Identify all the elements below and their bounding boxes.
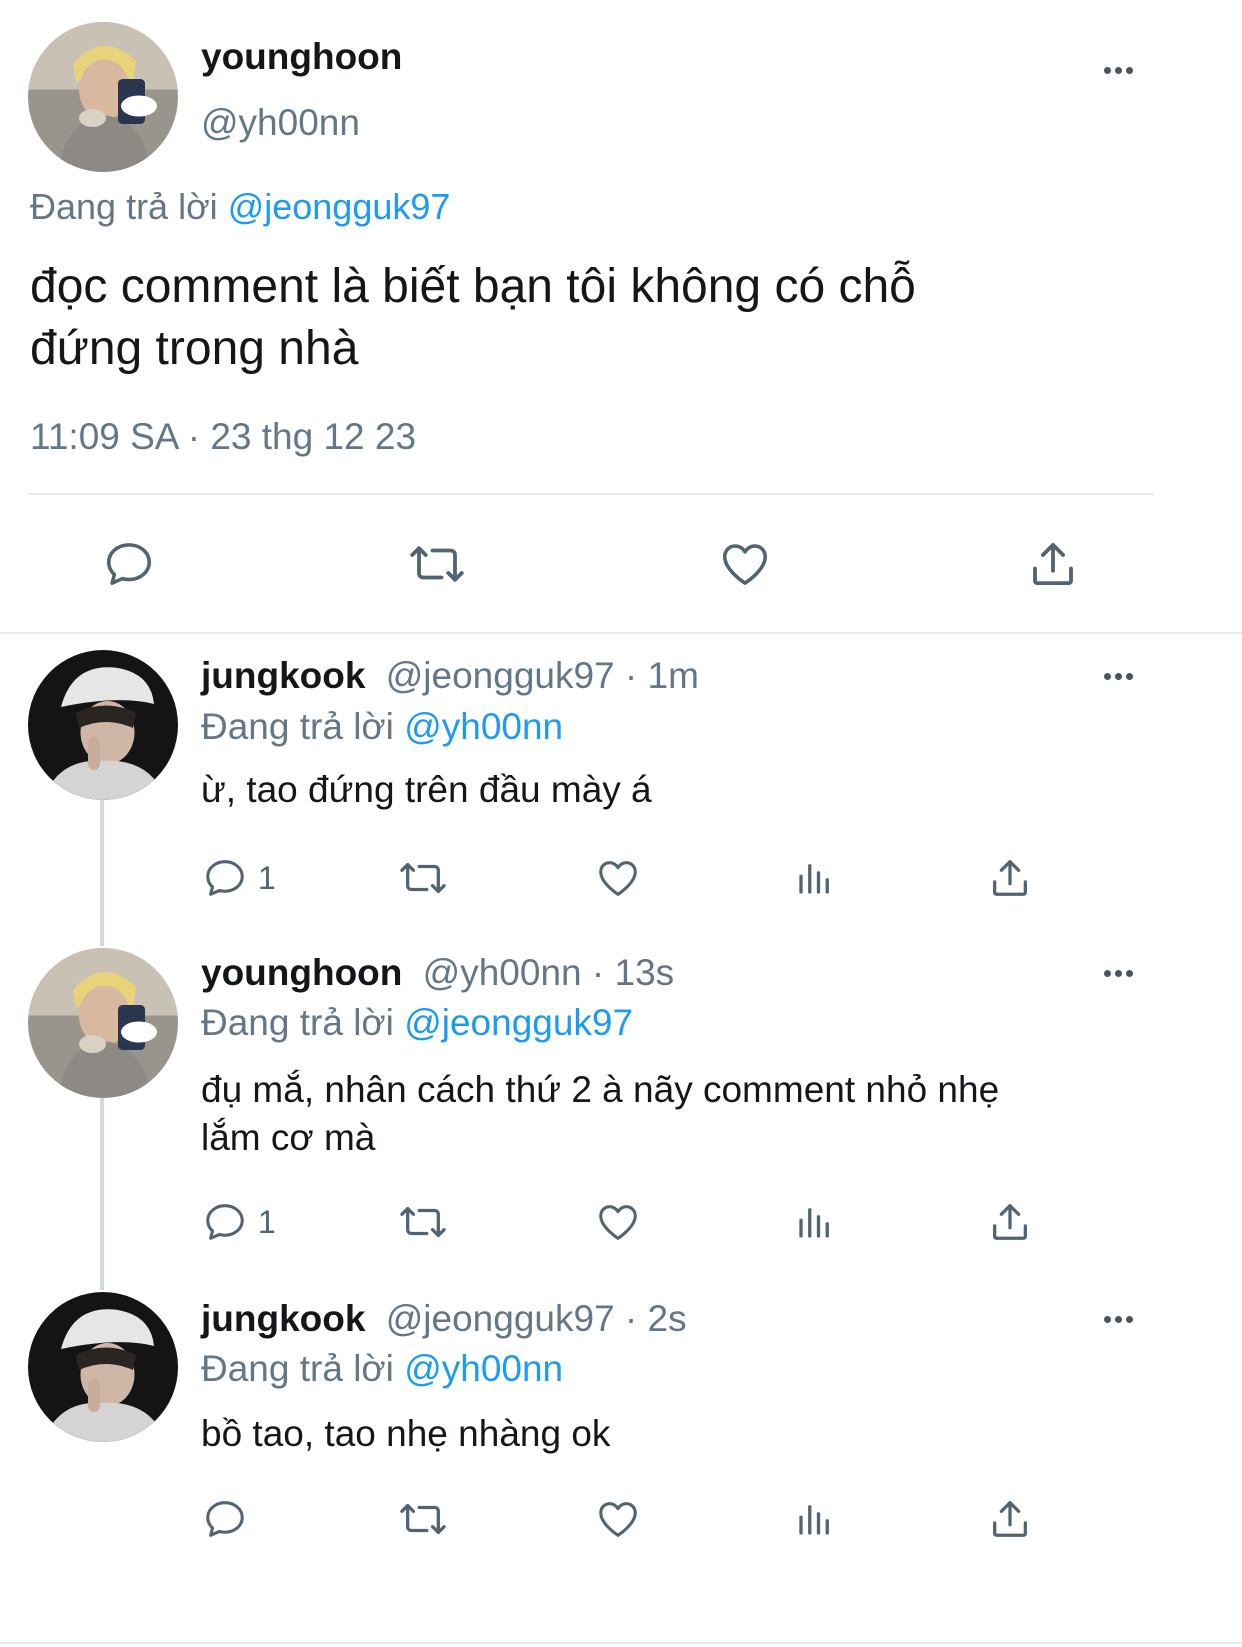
reply-text-line-2: lắm cơ mà [201, 1117, 376, 1158]
avatar-jungkook[interactable] [28, 650, 178, 800]
reply-header: jungkook @jeongguk97 · 1m [201, 655, 699, 697]
reply-text: bồ tao, tao nhẹ nhàng ok [201, 1413, 611, 1454]
avatar-image [28, 1292, 178, 1442]
thread-line [100, 1098, 104, 1290]
views-icon[interactable] [793, 1498, 837, 1540]
replying-to: Đang trả lời @jeongguk97 [30, 186, 450, 228]
retweet-icon[interactable] [405, 537, 469, 591]
reply-count: 1 [258, 1203, 276, 1240]
thread-line [100, 800, 104, 946]
like-icon[interactable] [594, 1496, 642, 1542]
author-meta[interactable]: @yh00nn · 13s [423, 952, 674, 993]
like-icon[interactable] [717, 537, 773, 591]
views-icon[interactable] [793, 857, 837, 899]
replying-to-handle[interactable]: @yh00nn [404, 1348, 563, 1389]
replying-to: Đang trả lời @jeongguk97 [201, 1002, 633, 1044]
divider [28, 493, 1154, 495]
avatar-image [28, 650, 178, 800]
author-name[interactable]: jungkook [201, 1298, 365, 1339]
avatar-image [28, 22, 178, 172]
replying-to-handle[interactable]: @jeongguk97 [404, 1002, 633, 1043]
avatar-jungkook[interactable] [28, 1292, 178, 1442]
tweet-text-line-1: đọc comment là biết bạn tôi không có chỗ [30, 260, 916, 313]
reply-text: đụ mắ, nhân cách thứ 2 à nãy comment nhỏ… [201, 1066, 999, 1162]
replying-to: Đang trả lời @yh00nn [201, 706, 563, 748]
tweet-text-line-2: đứng trong nhà [30, 322, 359, 375]
avatar-younghoon[interactable] [28, 948, 178, 1098]
like-icon[interactable] [594, 855, 642, 901]
divider [0, 1642, 1242, 1644]
author-name[interactable]: younghoon [201, 36, 402, 78]
share-icon[interactable] [1024, 537, 1082, 591]
retweet-icon[interactable] [396, 1496, 450, 1542]
author-name[interactable]: jungkook [201, 655, 365, 696]
replying-to-label: Đang trả lời [30, 186, 218, 227]
reply-count: 1 [258, 859, 276, 896]
replying-to-handle[interactable]: @jeongguk97 [228, 186, 451, 227]
reply-text-line-1: đụ mắ, nhân cách thứ 2 à nãy comment nhỏ… [201, 1069, 1000, 1110]
more-options-icon[interactable] [1104, 673, 1133, 680]
reply-icon[interactable] [102, 537, 156, 591]
author-name[interactable]: younghoon [201, 952, 402, 993]
retweet-icon[interactable] [396, 855, 450, 901]
replying-to-handle[interactable]: @yh00nn [404, 706, 563, 747]
more-options-icon[interactable] [1104, 1316, 1133, 1323]
reply-header: younghoon @yh00nn · 13s [201, 952, 674, 994]
more-options-icon[interactable] [1104, 970, 1133, 977]
like-icon[interactable] [594, 1199, 642, 1245]
author-handle[interactable]: @yh00nn [201, 102, 360, 144]
avatar-image [28, 948, 178, 1098]
replying-to-label: Đang trả lời [201, 706, 394, 747]
divider [0, 632, 1242, 634]
tweet-text: đọc comment là biết bạn tôi không có chỗ… [30, 256, 916, 380]
author-meta[interactable]: @jeongguk97 · 1m [386, 655, 699, 696]
avatar-younghoon[interactable] [28, 22, 178, 172]
share-icon[interactable] [986, 855, 1034, 901]
replying-to-label: Đang trả lời [201, 1002, 394, 1043]
reply-icon[interactable]: 1 [202, 855, 276, 901]
reply-icon[interactable] [202, 1496, 248, 1542]
reply-header: jungkook @jeongguk97 · 2s [201, 1298, 687, 1340]
tweet-timestamp[interactable]: 11:09 SA · 23 thg 12 23 [30, 416, 416, 458]
views-icon[interactable] [793, 1201, 837, 1243]
replying-to: Đang trả lời @yh00nn [201, 1348, 563, 1390]
share-icon[interactable] [986, 1496, 1034, 1542]
share-icon[interactable] [986, 1199, 1034, 1245]
author-meta[interactable]: @jeongguk97 · 2s [386, 1298, 687, 1339]
reply-icon[interactable]: 1 [202, 1199, 276, 1245]
retweet-icon[interactable] [396, 1199, 450, 1245]
replying-to-label: Đang trả lời [201, 1348, 394, 1389]
more-options-icon[interactable] [1104, 67, 1133, 74]
reply-text: ừ, tao đứng trên đầu mày á [201, 769, 652, 810]
